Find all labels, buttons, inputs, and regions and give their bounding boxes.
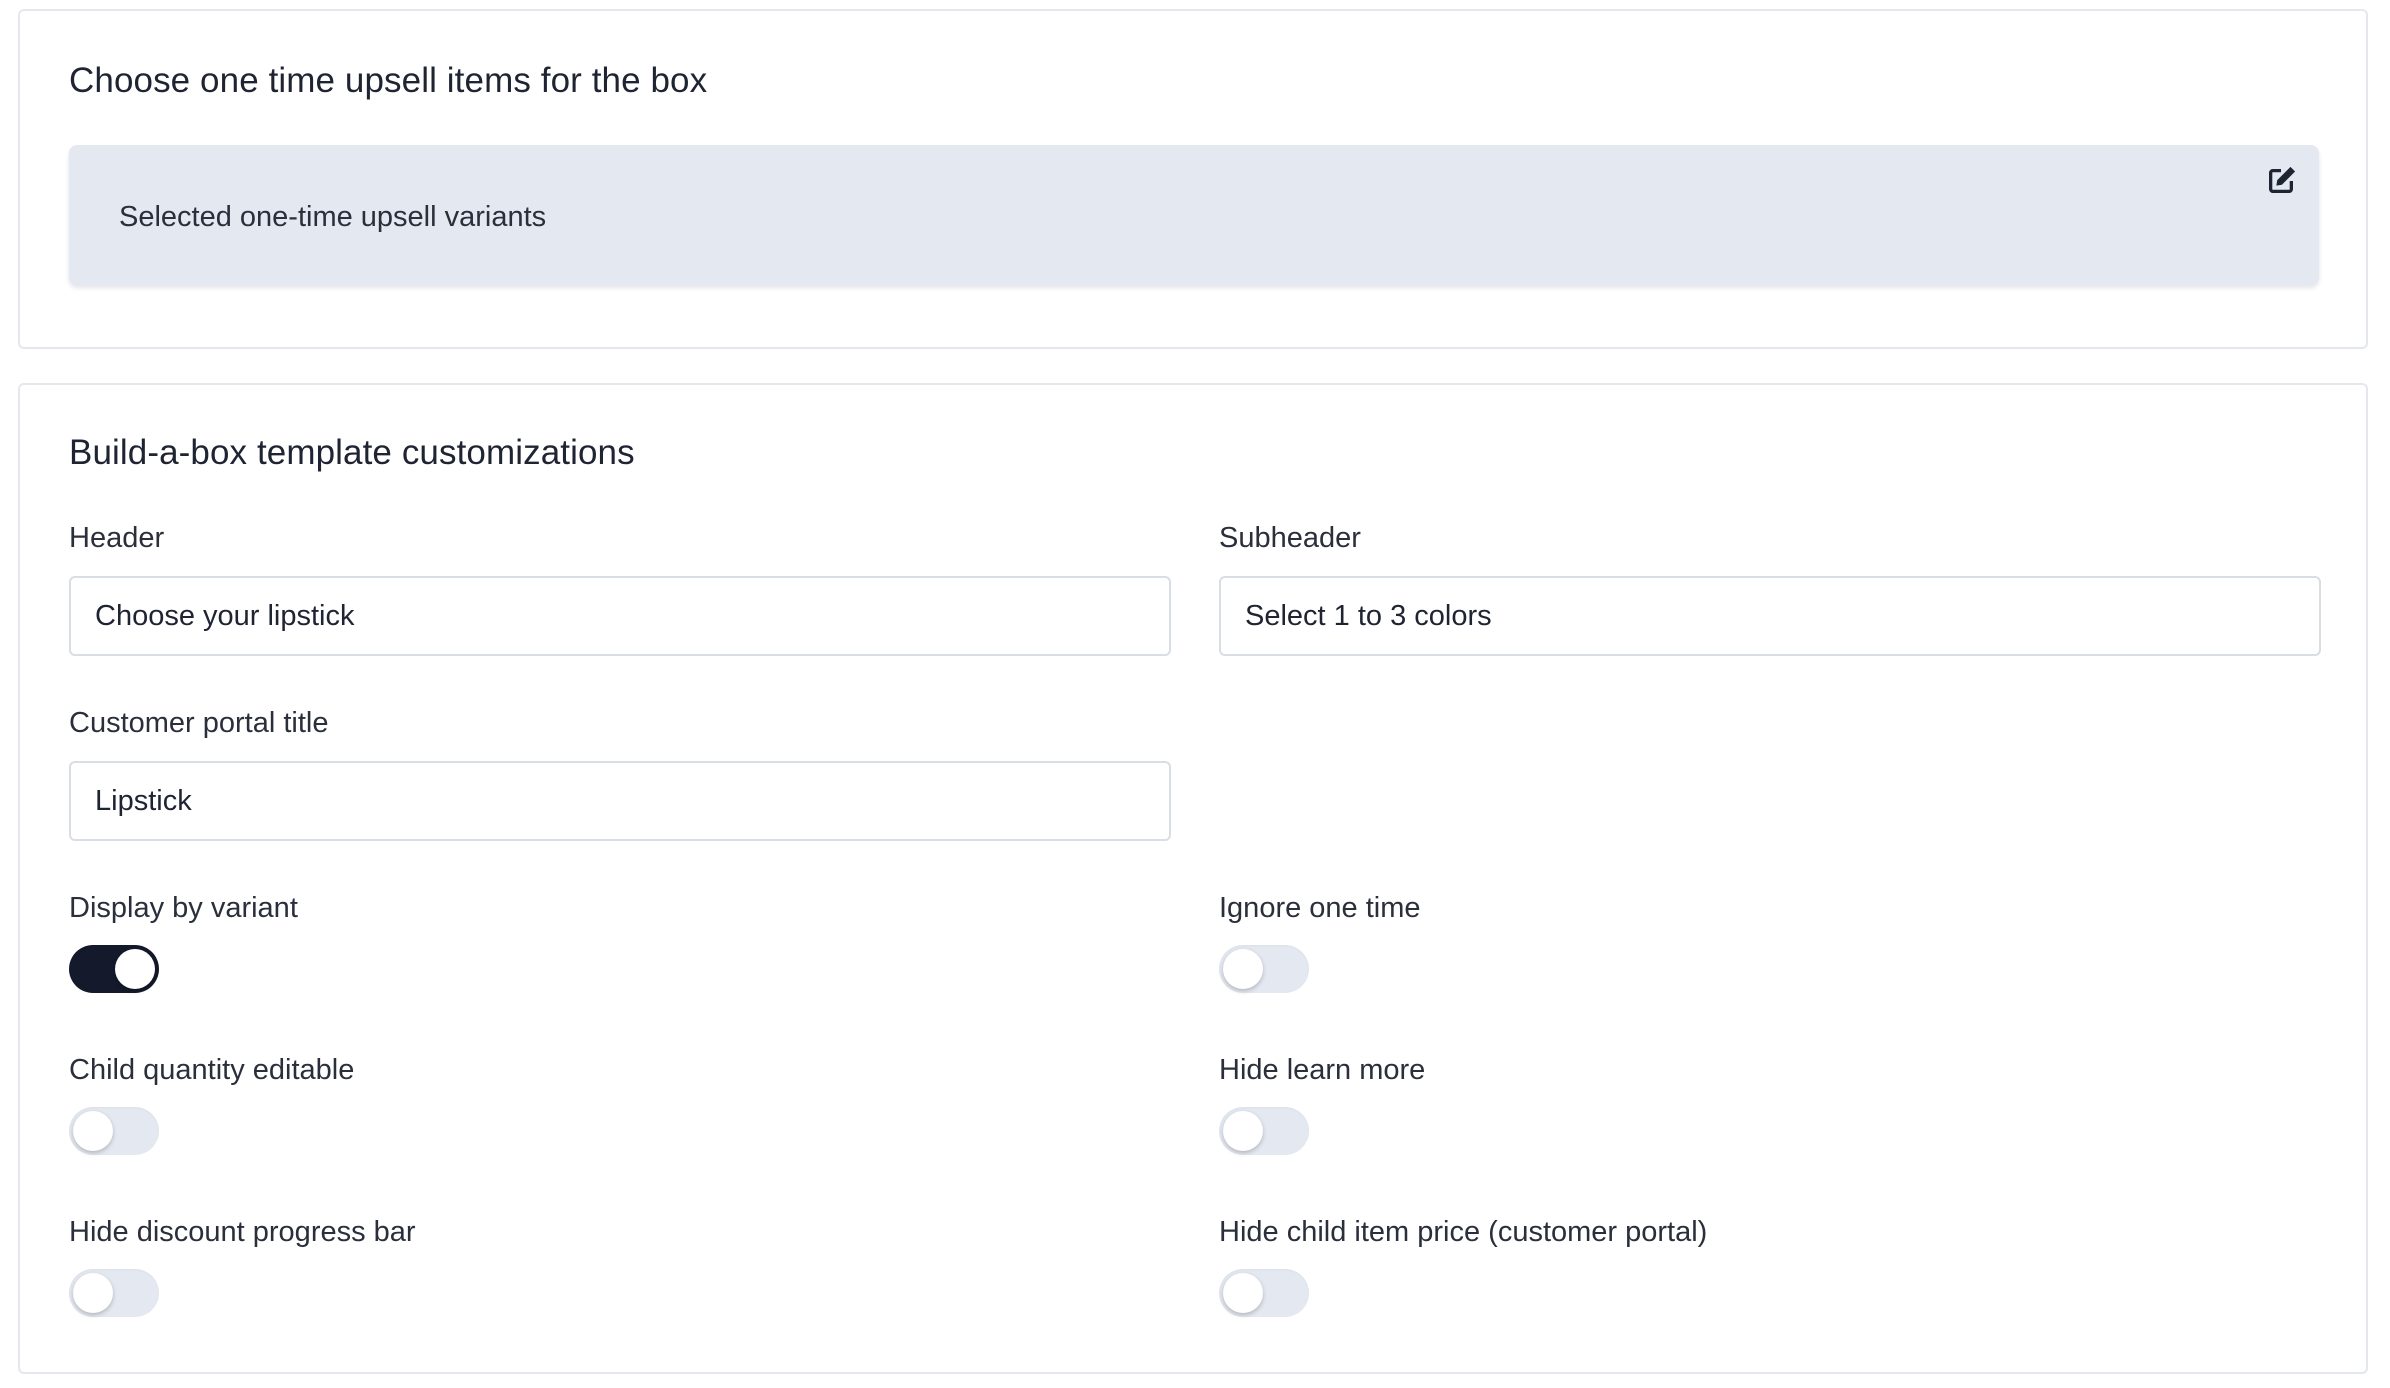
customer-portal-title-input[interactable] — [69, 761, 1171, 841]
hide-learn-more-label: Hide learn more — [1219, 1054, 1426, 1086]
selected-upsell-variants-panel: Selected one-time upsell variants — [69, 145, 2319, 285]
customizations-card-title: Build-a-box template customizations — [69, 433, 635, 472]
display-by-variant-label: Display by variant — [69, 892, 298, 924]
header-label: Header — [69, 522, 165, 554]
header-input[interactable] — [69, 576, 1171, 656]
hide-discount-progress-bar-toggle[interactable] — [69, 1269, 159, 1317]
hide-child-item-price-toggle[interactable] — [1219, 1269, 1309, 1317]
display-by-variant-toggle[interactable] — [69, 945, 159, 993]
toggle-knob — [73, 1111, 113, 1151]
toggle-knob — [1223, 1273, 1263, 1313]
toggle-knob — [1223, 949, 1263, 989]
hide-discount-progress-bar-label: Hide discount progress bar — [69, 1216, 416, 1248]
hide-child-item-price-label: Hide child item price (customer portal) — [1219, 1216, 1708, 1248]
customizations-card: Build-a-box template customizations Head… — [18, 383, 2368, 1374]
selected-upsell-variants-label: Selected one-time upsell variants — [119, 201, 547, 233]
toggle-knob — [115, 949, 155, 989]
edit-icon — [2269, 166, 2296, 193]
edit-upsell-variants-button[interactable] — [2261, 161, 2301, 201]
child-quantity-editable-label: Child quantity editable — [69, 1054, 355, 1086]
upsell-card-title: Choose one time upsell items for the box — [69, 61, 708, 100]
toggle-knob — [73, 1273, 113, 1313]
subheader-label: Subheader — [1219, 522, 1361, 554]
toggle-knob — [1223, 1111, 1263, 1151]
ignore-one-time-label: Ignore one time — [1219, 892, 1421, 924]
customer-portal-title-label: Customer portal title — [69, 707, 329, 739]
upsell-card: Choose one time upsell items for the box… — [18, 9, 2368, 349]
ignore-one-time-toggle[interactable] — [1219, 945, 1309, 993]
child-quantity-editable-toggle[interactable] — [69, 1107, 159, 1155]
subheader-input[interactable] — [1219, 576, 2321, 656]
hide-learn-more-toggle[interactable] — [1219, 1107, 1309, 1155]
